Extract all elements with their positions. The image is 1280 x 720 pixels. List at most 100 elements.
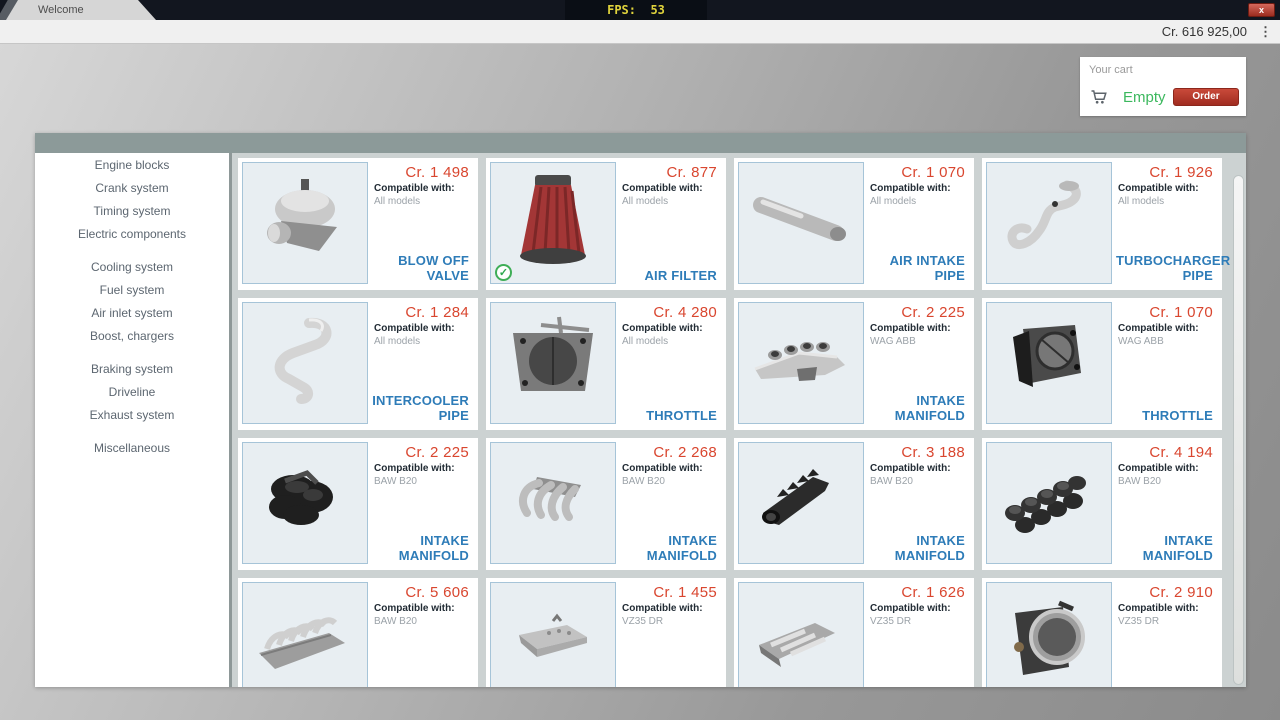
part-price: Cr. 2 225	[901, 304, 965, 321]
cart-title: Your cart	[1089, 64, 1237, 76]
part-image	[242, 582, 368, 687]
compatible-label: Compatible with:	[1118, 183, 1216, 194]
part-price: Cr. 2 268	[653, 444, 717, 461]
part-name: INTAKE MANIFOLD	[372, 533, 469, 563]
compatible-label: Compatible with:	[374, 183, 472, 194]
compatible-label: Compatible with:	[622, 603, 720, 614]
close-button[interactable]: x	[1248, 3, 1275, 17]
compatible-label: Compatible with:	[870, 463, 968, 474]
part-price: Cr. 1 498	[405, 164, 469, 181]
part-price: Cr. 877	[667, 164, 717, 181]
part-price: Cr. 2 910	[1149, 584, 1213, 601]
sidebar-item-driveline[interactable]: Driveline	[35, 381, 229, 404]
cart-panel: Your cart Empty Order	[1080, 57, 1246, 116]
sidebar-item-air-inlet-system[interactable]: Air inlet system	[35, 302, 229, 325]
part-image	[242, 302, 368, 424]
cart-icon	[1089, 88, 1109, 106]
sidebar-item-exhaust-system[interactable]: Exhaust system	[35, 404, 229, 427]
part-card[interactable]: Cr. 1 070 Compatible with: All models AI…	[734, 158, 974, 290]
compatible-value: BAW B20	[622, 476, 720, 487]
parts-grid-area: Cr. 1 498 Compatible with: All models BL…	[235, 153, 1246, 687]
part-card[interactable]: Cr. 2 225 Compatible with: WAG ABB INTAK…	[734, 298, 974, 430]
panel-header-strip	[35, 133, 1246, 153]
part-image	[242, 162, 368, 284]
part-price: Cr. 3 188	[901, 444, 965, 461]
part-image	[986, 302, 1112, 424]
shop-panel: Engine blocksCrank systemTiming systemEl…	[35, 133, 1246, 687]
part-card[interactable]: Cr. 1 926 Compatible with: All models TU…	[982, 158, 1222, 290]
part-name: INTAKE MANIFOLD	[868, 533, 965, 563]
part-card[interactable]: Cr. 3 188 Compatible with: BAW B20 INTAK…	[734, 438, 974, 570]
sidebar-item-cooling-system[interactable]: Cooling system	[35, 256, 229, 279]
compatible-label: Compatible with:	[1118, 323, 1216, 334]
compatible-value: VZ35 DR	[1118, 616, 1216, 627]
part-image	[986, 442, 1112, 564]
part-price: Cr. 1 070	[901, 164, 965, 181]
sidebar-item-boost-chargers[interactable]: Boost, chargers	[35, 325, 229, 348]
part-price: Cr. 1 455	[653, 584, 717, 601]
part-card[interactable]: Cr. 5 606 Compatible with: BAW B20	[238, 578, 478, 687]
part-name: THROTTLE	[620, 408, 717, 423]
compatible-label: Compatible with:	[870, 603, 968, 614]
sidebar-item-engine-blocks[interactable]: Engine blocks	[35, 154, 229, 177]
part-price: Cr. 1 284	[405, 304, 469, 321]
compatible-value: BAW B20	[374, 616, 472, 627]
part-name: INTAKE MANIFOLD	[868, 393, 965, 423]
compatible-label: Compatible with:	[1118, 463, 1216, 474]
compatible-label: Compatible with:	[622, 463, 720, 474]
sidebar-item-timing-system[interactable]: Timing system	[35, 200, 229, 223]
cart-status: Empty	[1123, 89, 1166, 106]
part-image	[738, 582, 864, 687]
part-image	[242, 442, 368, 564]
part-image	[738, 302, 864, 424]
compatible-label: Compatible with:	[374, 603, 472, 614]
compatible-value: BAW B20	[870, 476, 968, 487]
part-card[interactable]: Cr. 4 280 Compatible with: All models TH…	[486, 298, 726, 430]
sidebar-item-miscellaneous[interactable]: Miscellaneous	[35, 437, 229, 460]
sidebar-item-braking-system[interactable]: Braking system	[35, 358, 229, 381]
compatible-value: VZ35 DR	[622, 616, 720, 627]
compatible-label: Compatible with:	[1118, 603, 1216, 614]
part-card[interactable]: Cr. 877 Compatible with: All models AIR …	[486, 158, 726, 290]
cart-row: Empty Order	[1089, 87, 1239, 107]
part-card[interactable]: Cr. 1 498 Compatible with: All models BL…	[238, 158, 478, 290]
part-card[interactable]: Cr. 1 284 Compatible with: All models IN…	[238, 298, 478, 430]
part-card[interactable]: Cr. 1 626 Compatible with: VZ35 DR	[734, 578, 974, 687]
part-name: AIR INTAKE PIPE	[868, 253, 965, 283]
compatible-value: BAW B20	[1118, 476, 1216, 487]
part-card[interactable]: Cr. 2 225 Compatible with: BAW B20 INTAK…	[238, 438, 478, 570]
part-card[interactable]: Cr. 4 194 Compatible with: BAW B20 INTAK…	[982, 438, 1222, 570]
status-bar: Cr. 616 925,00 ⋮	[0, 20, 1280, 44]
sidebar-item-crank-system[interactable]: Crank system	[35, 177, 229, 200]
kebab-menu-icon[interactable]: ⋮	[1259, 20, 1272, 44]
sidebar-item-electric-components[interactable]: Electric components	[35, 223, 229, 246]
compatible-label: Compatible with:	[622, 183, 720, 194]
part-image	[986, 162, 1112, 284]
part-image	[986, 582, 1112, 687]
vertical-scrollbar[interactable]	[1233, 175, 1244, 685]
parts-grid: Cr. 1 498 Compatible with: All models BL…	[235, 153, 1246, 687]
part-card[interactable]: Cr. 2 910 Compatible with: VZ35 DR	[982, 578, 1222, 687]
part-card[interactable]: Cr. 1 455 Compatible with: VZ35 DR	[486, 578, 726, 687]
part-price: Cr. 4 194	[1149, 444, 1213, 461]
part-name: INTAKE MANIFOLD	[1116, 533, 1213, 563]
owned-check-icon: ✓	[495, 264, 512, 281]
tab-welcome[interactable]: Welcome	[6, 0, 156, 20]
part-card[interactable]: Cr. 1 070 Compatible with: WAG ABB THROT…	[982, 298, 1222, 430]
sidebar: Engine blocksCrank systemTiming systemEl…	[35, 153, 232, 687]
part-card[interactable]: Cr. 2 268 Compatible with: BAW B20 INTAK…	[486, 438, 726, 570]
compatible-value: WAG ABB	[870, 336, 968, 347]
compatible-value: WAG ABB	[1118, 336, 1216, 347]
part-image	[738, 442, 864, 564]
compatible-value: VZ35 DR	[870, 616, 968, 627]
compatible-value: All models	[374, 336, 472, 347]
part-image	[490, 302, 616, 424]
compatible-value: All models	[1118, 196, 1216, 207]
order-button[interactable]: Order	[1173, 88, 1239, 106]
sidebar-item-fuel-system[interactable]: Fuel system	[35, 279, 229, 302]
compatible-label: Compatible with:	[374, 463, 472, 474]
part-image	[490, 582, 616, 687]
compatible-value: All models	[622, 196, 720, 207]
compatible-value: All models	[870, 196, 968, 207]
part-name: BLOW OFF VALVE	[372, 253, 469, 283]
